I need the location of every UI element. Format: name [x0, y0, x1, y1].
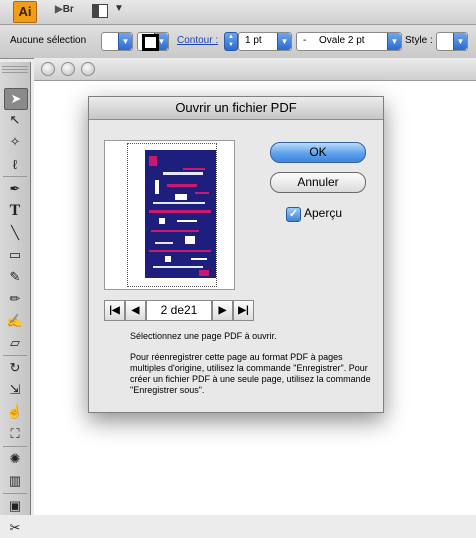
graphic-style-dropdown[interactable]: ▼ [436, 32, 468, 51]
close-window-icon[interactable] [41, 62, 55, 76]
open-pdf-dialog: Ouvrir un fichier PDF |◀ ◀ 2 de21 ▶ ▶| O… [88, 96, 384, 413]
type-tool-icon[interactable]: T [4, 201, 26, 221]
first-page-icon[interactable]: |◀ [104, 300, 125, 321]
selection-status: Aucune sélection [10, 35, 87, 46]
zoom-window-icon[interactable] [81, 62, 95, 76]
graph-tool-icon[interactable]: ▥ [4, 471, 26, 491]
pdf-page-thumbnail [145, 150, 216, 278]
preview-page-border [127, 143, 217, 287]
fill-color-dropdown[interactable]: ▼ [101, 32, 133, 51]
stroke-weight-field[interactable]: 1 pt ▼ [238, 32, 292, 51]
free-transform-tool-icon[interactable]: ⛶ [4, 424, 26, 444]
blob-brush-tool-icon[interactable]: ✍ [4, 311, 26, 331]
bridge-button[interactable]: ▶Br [55, 4, 74, 15]
page-number-field[interactable]: 2 de21 [146, 300, 212, 321]
stroke-weight-value: 1 pt [245, 35, 262, 46]
instruction-text: Sélectionnez une page PDF à ouvrir. [130, 331, 277, 341]
brush-prefix: - [303, 35, 307, 46]
stroke-weight-stepper[interactable]: ▲ ▼ [224, 32, 238, 51]
chevron-down-icon: ▼ [453, 33, 467, 50]
rotate-tool-icon[interactable]: ↻ [4, 358, 26, 378]
preview-checkbox-label: Aperçu [304, 206, 343, 220]
rectangle-tool-icon[interactable]: ▭ [4, 245, 26, 265]
chevron-down-icon: ▼ [387, 33, 401, 50]
style-label: Style : [405, 35, 433, 46]
chevron-down-icon: ▼ [118, 33, 132, 50]
tools-panel: ➤ ↖ ✧ ℓ ✒ T ╲ ▭ ✎ ✏ ✍ ▱ ↻ ⇲ ☝ ⛶ ✺ ▥ ▣ ✂ [0, 62, 31, 535]
chevron-down-icon: ▼ [277, 33, 291, 50]
cancel-button[interactable]: Annuler [270, 172, 366, 193]
application-bar: Ai ▶Br ▼ [0, 0, 476, 25]
scale-tool-icon[interactable]: ⇲ [4, 380, 26, 400]
lasso-tool-icon[interactable]: ℓ [4, 154, 26, 174]
chevron-down-icon[interactable]: ▼ [114, 3, 124, 14]
pen-tool-icon[interactable]: ✒ [4, 179, 26, 199]
next-page-icon[interactable]: ▶ [212, 300, 233, 321]
previous-page-icon[interactable]: ◀ [125, 300, 146, 321]
brush-name: Ovale 2 pt [319, 35, 365, 46]
brush-definition-dropdown[interactable]: - Ovale 2 pt ▼ [296, 32, 402, 51]
page-preview [104, 140, 235, 290]
workspace-layout-icon[interactable] [92, 4, 108, 18]
paintbrush-tool-icon[interactable]: ✎ [4, 267, 26, 287]
magic-wand-tool-icon[interactable]: ✧ [4, 132, 26, 152]
artboard-tool-icon[interactable]: ▣ [4, 496, 26, 516]
symbol-sprayer-tool-icon[interactable]: ✺ [4, 449, 26, 469]
slice-tool-icon[interactable]: ✂ [4, 518, 26, 538]
tool-divider [3, 176, 27, 177]
warp-tool-icon[interactable]: ☝ [4, 402, 26, 422]
eraser-tool-icon[interactable]: ▱ [4, 333, 26, 353]
play-icon: ▶ [55, 4, 63, 15]
bridge-label: Br [62, 4, 74, 15]
stroke-swatch[interactable] [142, 34, 159, 51]
stroke-panel-link[interactable]: Contour : [177, 35, 218, 46]
dialog-title: Ouvrir un fichier PDF [89, 97, 383, 120]
document-titlebar [34, 58, 476, 81]
ok-button[interactable]: OK [270, 142, 366, 163]
control-bar: Aucune sélection ▼ ▼ Contour : ▲ ▼ 1 pt ▼ … [0, 25, 476, 59]
tool-divider [3, 493, 27, 494]
tool-divider [3, 355, 27, 356]
panel-grip[interactable] [2, 65, 28, 73]
line-tool-icon[interactable]: ╲ [4, 223, 26, 243]
selection-tool-icon[interactable]: ➤ [4, 88, 28, 110]
illustrator-logo[interactable]: Ai [13, 1, 37, 23]
pencil-tool-icon[interactable]: ✏ [4, 289, 26, 309]
tool-divider [3, 446, 27, 447]
last-page-icon[interactable]: ▶| [233, 300, 254, 321]
checkmark-icon[interactable]: ✓ [286, 207, 301, 222]
minimize-window-icon[interactable] [61, 62, 75, 76]
direct-selection-tool-icon[interactable]: ↖ [4, 110, 26, 130]
info-text: Pour réenregistrer cette page au format … [130, 352, 371, 395]
